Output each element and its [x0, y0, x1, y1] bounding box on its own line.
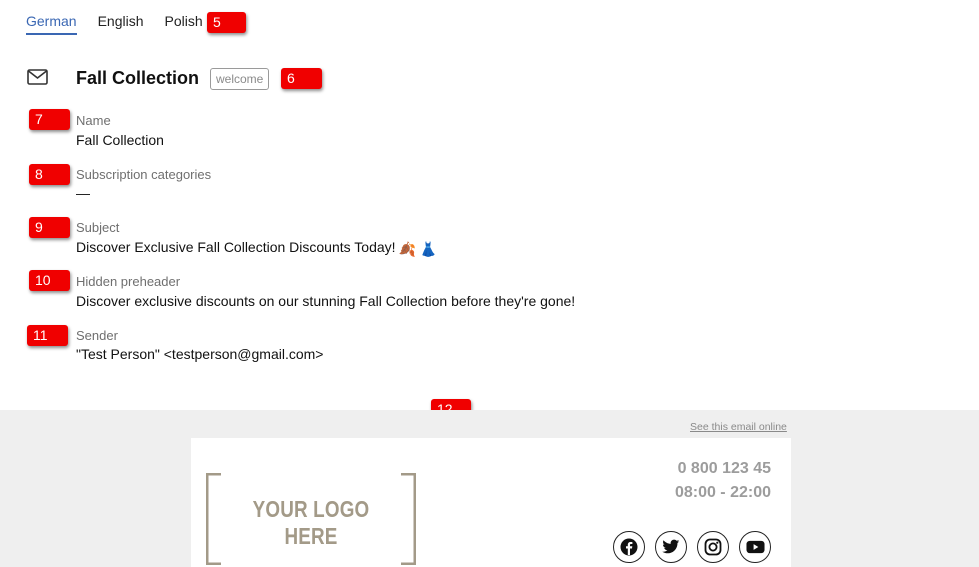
tab-polish[interactable]: Polish: [165, 0, 203, 35]
annotation-badge-6: 6: [281, 68, 322, 89]
annotation-badge-9: 9: [29, 217, 70, 238]
logo-placeholder: YOUR LOGO HERE: [206, 473, 416, 565]
annotation-badge-5: 5: [207, 12, 246, 33]
annotation-badge-8: 8: [29, 164, 70, 185]
language-tabs: German English Polish: [26, 0, 224, 36]
annotation-badge-11: 11: [27, 325, 68, 346]
youtube-icon[interactable]: [739, 531, 771, 563]
subject-text: Discover Exclusive Fall Collection Disco…: [76, 239, 396, 255]
annotation-badge-10: 10: [29, 270, 70, 291]
subject-emoji: 🍂 👗: [398, 241, 438, 257]
campaign-tag: welcome: [210, 68, 270, 90]
sender-value: "Test Person" <testperson@gmail.com>: [76, 346, 324, 362]
see-email-online-link[interactable]: See this email online: [690, 421, 787, 433]
page-title: Fall Collection: [76, 68, 200, 88]
subscription-categories-value: —: [76, 185, 90, 201]
tab-german[interactable]: German: [26, 0, 77, 35]
hidden-preheader-label: Hidden preheader: [76, 274, 181, 289]
logo-text: YOUR LOGO HERE: [252, 496, 370, 549]
contact-hours: 08:00 - 22:00: [674, 484, 771, 501]
envelope-icon: [27, 69, 48, 85]
email-preview-card: YOUR LOGO HERE 0 800 123 45 08:00 - 22:0…: [191, 438, 791, 567]
subject-label: Subject: [76, 220, 120, 235]
instagram-icon[interactable]: [697, 531, 729, 563]
sender-label: Sender: [76, 328, 118, 343]
name-label: Name: [76, 113, 111, 128]
hidden-preheader-value: Discover exclusive discounts on our stun…: [76, 293, 576, 309]
subscription-categories-label: Subscription categories: [76, 167, 212, 182]
subject-value: Discover Exclusive Fall Collection Disco…: [76, 239, 437, 258]
tab-english[interactable]: English: [98, 0, 144, 35]
annotation-badge-7: 7: [29, 109, 70, 130]
name-value: Fall Collection: [76, 132, 164, 148]
social-icons: [603, 531, 771, 563]
contact-phone: 0 800 123 45: [677, 460, 771, 477]
facebook-icon[interactable]: [613, 531, 645, 563]
twitter-icon[interactable]: [655, 531, 687, 563]
